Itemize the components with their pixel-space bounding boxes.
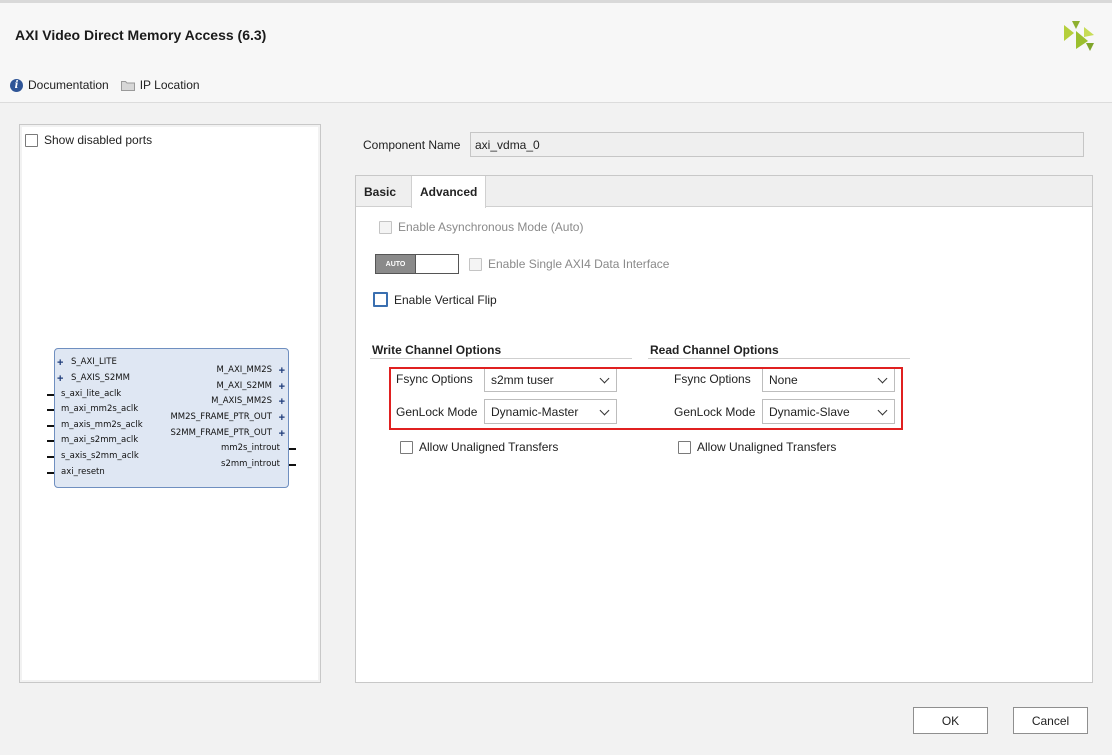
ip-block-symbol: + S_AXI_LITE + S_AXIS_S2MM s_axi_lite_ac… — [47, 348, 296, 488]
async-mode-label: Enable Asynchronous Mode (Auto) — [398, 220, 584, 234]
auto-toggle[interactable]: AUTO — [375, 254, 459, 274]
port-s-axi-lite: S_AXI_LITE — [71, 357, 117, 367]
component-name-field[interactable]: axi_vdma_0 — [470, 132, 1084, 157]
ip-location-label: IP Location — [139, 78, 200, 92]
auto-toggle-label: AUTO — [376, 255, 416, 273]
divider — [370, 358, 632, 359]
xilinx-logo-icon — [1064, 21, 1094, 51]
expand-icon[interactable]: + — [279, 429, 285, 440]
expand-icon[interactable]: + — [279, 413, 285, 424]
tab-bar: Basic Advanced — [356, 176, 1092, 208]
documentation-label: Documentation — [28, 78, 109, 92]
port-s2mm-introut: s2mm_introut — [221, 459, 280, 469]
info-icon: i — [10, 78, 23, 92]
single-axi4-label: Enable Single AXI4 Data Interface — [488, 257, 670, 271]
single-axi4-row: AUTO Enable Single AXI4 Data Interface — [375, 254, 669, 274]
pin — [47, 425, 54, 427]
read-unaligned-checkbox[interactable]: Allow Unaligned Transfers — [678, 440, 836, 454]
port-m-axi-s2mm: M_AXI_S2MM — [216, 381, 272, 391]
ip-location-link[interactable]: IP Location — [120, 78, 200, 92]
cancel-button[interactable]: Cancel — [1013, 707, 1088, 734]
port-m-axis-mm2s-aclk: m_axis_mm2s_aclk — [61, 420, 143, 430]
port-s2mm-frame-ptr-out: S2MM_FRAME_PTR_OUT — [170, 428, 272, 438]
checkbox-box[interactable] — [379, 220, 392, 234]
expand-icon[interactable]: + — [57, 374, 63, 385]
pin — [289, 464, 296, 466]
divider — [648, 358, 910, 359]
vertical-flip-label: Enable Vertical Flip — [394, 292, 497, 307]
port-m-axi-s2mm-aclk: m_axi_s2mm_aclk — [61, 435, 139, 445]
port-s-axis-s2mm: S_AXIS_S2MM — [71, 373, 130, 383]
pin — [289, 448, 296, 450]
port-m-axi-mm2s: M_AXI_MM2S — [216, 365, 272, 375]
port-mm2s-introut: mm2s_introut — [221, 443, 280, 453]
single-axi4-checkbox[interactable] — [469, 257, 482, 271]
write-unaligned-checkbox[interactable]: Allow Unaligned Transfers — [400, 440, 558, 454]
pin — [47, 394, 54, 396]
port-m-axis-mm2s: M_AXIS_MM2S — [211, 396, 272, 406]
pin — [47, 456, 54, 458]
header: AXI Video Direct Memory Access (6.3) i D… — [0, 3, 1112, 103]
show-disabled-ports-label: Show disabled ports — [44, 133, 153, 147]
tab-advanced[interactable]: Advanced — [411, 176, 487, 208]
checkbox-box[interactable] — [25, 133, 38, 147]
highlight-box — [389, 367, 903, 430]
expand-icon[interactable]: + — [279, 366, 285, 377]
async-mode-checkbox[interactable]: Enable Asynchronous Mode (Auto) — [379, 220, 583, 234]
port-m-axi-mm2s-aclk: m_axi_mm2s_aclk — [61, 404, 139, 414]
show-disabled-ports-checkbox[interactable]: Show disabled ports — [25, 133, 152, 147]
window-title: AXI Video Direct Memory Access (6.3) — [15, 27, 267, 43]
expand-icon[interactable]: + — [57, 358, 63, 369]
checkbox-box[interactable] — [678, 440, 691, 454]
toolbar-links: i Documentation IP Location — [10, 78, 212, 92]
pin — [47, 409, 54, 411]
pin — [47, 472, 54, 474]
symbol-panel: Show disabled ports + S_AXI_LITE + S_AXI… — [19, 124, 321, 683]
ok-button[interactable]: OK — [913, 707, 988, 734]
write-channel-title: Write Channel Options — [372, 343, 502, 357]
checkbox-box[interactable] — [373, 292, 388, 307]
read-unaligned-label: Allow Unaligned Transfers — [697, 440, 837, 454]
read-channel-title: Read Channel Options — [650, 343, 779, 357]
write-unaligned-label: Allow Unaligned Transfers — [419, 440, 559, 454]
port-s-axis-s2mm-aclk: s_axis_s2mm_aclk — [61, 451, 139, 461]
component-name-label: Component Name — [363, 138, 461, 152]
port-s-axi-lite-aclk: s_axi_lite_aclk — [61, 389, 122, 399]
vertical-flip-checkbox[interactable]: Enable Vertical Flip — [373, 292, 497, 307]
tab-basic[interactable]: Basic — [356, 176, 404, 207]
checkbox-box[interactable] — [400, 440, 413, 454]
folder-icon — [120, 80, 135, 91]
documentation-link[interactable]: i Documentation — [10, 78, 109, 92]
expand-icon[interactable]: + — [279, 397, 285, 408]
pin — [47, 440, 54, 442]
port-axi-resetn: axi_resetn — [61, 467, 105, 477]
port-mm2s-frame-ptr-out: MM2S_FRAME_PTR_OUT — [170, 412, 272, 422]
expand-icon[interactable]: + — [279, 382, 285, 393]
